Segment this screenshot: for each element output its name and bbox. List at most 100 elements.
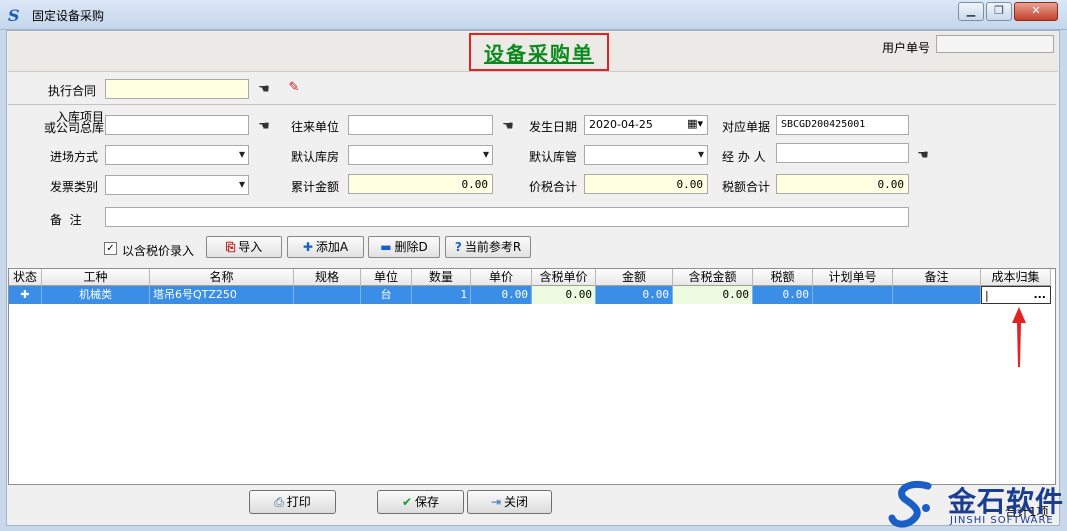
tax-incl-checkbox[interactable]: ✓ <box>104 242 117 255</box>
column-header[interactable]: 含税金额 <box>673 269 753 286</box>
plus-icon: ✚ <box>302 240 313 254</box>
column-header[interactable]: 金额 <box>596 269 673 286</box>
save-button[interactable]: ✔ 保存 <box>377 490 464 514</box>
add-row-button[interactable]: ✚ 添加A <box>287 236 364 258</box>
user-doc-no-field[interactable] <box>936 35 1054 53</box>
remark-field[interactable] <box>105 207 909 227</box>
annotation-arrow-icon <box>1012 307 1026 367</box>
add-label: 添加A <box>315 240 349 254</box>
warehouse-label: 入库项目 或公司总库 <box>44 110 105 135</box>
current-reference-button[interactable]: ? 当前参考R <box>445 236 531 258</box>
column-header[interactable]: 单位 <box>361 269 412 286</box>
user-doc-no-label: 用户单号 <box>882 41 931 55</box>
delete-row-button[interactable]: ▬ 删除D <box>368 236 440 258</box>
tax-incl-total-label: 价税合计 <box>529 180 578 194</box>
hand-pointer-icon[interactable]: ☚ <box>914 149 932 163</box>
handler-label: 经 办 人 <box>722 150 766 164</box>
close-button[interactable]: ⇥ 关闭 <box>467 490 552 514</box>
cell-tax-price[interactable]: 0.00 <box>532 286 596 304</box>
tax-total-label: 税额合计 <box>722 180 771 194</box>
cell-remark[interactable] <box>893 286 981 304</box>
contract-label: 执行合同 <box>48 84 97 98</box>
total-amount-label: 累计金额 <box>291 180 340 194</box>
ref-doc-label: 对应单据 <box>722 120 771 134</box>
close-window-button[interactable]: ✕ <box>1014 2 1058 21</box>
ref-doc-field[interactable]: SBCGD200425001 <box>776 115 909 135</box>
column-header[interactable]: 规格 <box>294 269 361 286</box>
column-header[interactable]: 工种 <box>42 269 150 286</box>
cell-tax[interactable]: 0.00 <box>753 286 813 304</box>
remark-label: 备 注 <box>50 213 82 227</box>
date-label: 发生日期 <box>529 120 578 134</box>
default-store-label: 默认库房 <box>291 150 340 164</box>
import-button[interactable]: ⎘ 导入 <box>206 236 282 258</box>
cell-amount[interactable]: 0.00 <box>596 286 673 304</box>
tax-total-field: 0.00 <box>776 174 909 194</box>
exit-door-icon: ⇥ <box>490 495 502 509</box>
column-header[interactable]: 计划单号 <box>813 269 893 286</box>
partner-field[interactable] <box>348 115 493 135</box>
ellipsis-button[interactable]: ... <box>1033 287 1046 303</box>
column-header[interactable]: 数量 <box>412 269 471 286</box>
divider <box>8 104 1056 105</box>
cell-trade[interactable]: 机械类 <box>42 286 150 304</box>
title-bar <box>0 0 1067 30</box>
partner-label: 往来单位 <box>291 120 340 134</box>
cell-qty[interactable]: 1 <box>412 286 471 304</box>
save-label: 保存 <box>415 495 440 509</box>
tax-incl-total-field: 0.00 <box>584 174 708 194</box>
hand-pointer-icon[interactable]: ☚ <box>499 120 517 134</box>
window-title: 固定设备采购 <box>32 9 105 23</box>
status-add-icon: ✚ <box>9 286 42 304</box>
import-icon: ⎘ <box>225 240 236 254</box>
checkmark-icon: ✔ <box>401 495 413 509</box>
text-cursor: | <box>985 289 989 302</box>
total-amount-field: 0.00 <box>348 174 493 194</box>
calendar-dropdown-icon[interactable]: ▦▾ <box>687 117 703 130</box>
cell-tax-amount[interactable]: 0.00 <box>673 286 753 304</box>
minimize-button[interactable]: ▁ <box>958 2 984 21</box>
column-header[interactable]: 名称 <box>150 269 294 286</box>
print-button[interactable]: ⎙ 打印 <box>249 490 336 514</box>
default-store-select[interactable] <box>348 145 493 165</box>
default-keeper-label: 默认库管 <box>529 150 578 164</box>
column-header[interactable]: 成本归集 <box>981 269 1051 286</box>
delete-label: 删除D <box>394 240 428 254</box>
entry-mode-select[interactable] <box>105 145 249 165</box>
brand-logo-icon <box>888 478 940 528</box>
cell-price[interactable]: 0.00 <box>471 286 532 304</box>
column-header[interactable]: 备注 <box>893 269 981 286</box>
warehouse-field[interactable] <box>105 115 249 135</box>
brand-name: 金石软件 <box>948 485 1065 518</box>
cell-plan-no[interactable] <box>813 286 893 304</box>
cell-spec[interactable] <box>294 286 361 304</box>
column-header[interactable]: 单价 <box>471 269 532 286</box>
hand-pointer-icon[interactable]: ☚ <box>255 120 273 134</box>
column-header[interactable]: 状态 <box>9 269 42 286</box>
cell-unit[interactable]: 台 <box>361 286 412 304</box>
restore-button[interactable]: ❐ <box>986 2 1012 21</box>
date-field[interactable]: 2020-04-25 ▦▾ <box>584 115 708 135</box>
contract-field[interactable] <box>105 79 249 99</box>
date-value: 2020-04-25 <box>589 118 653 131</box>
eraser-icon[interactable]: ✎ <box>285 81 303 95</box>
cell-name[interactable]: 塔吊6号QTZ250 <box>150 286 294 304</box>
cell-cost-collection[interactable]: | ... <box>981 286 1051 304</box>
tax-incl-checkbox-label: 以含税价录入 <box>122 244 195 258</box>
column-header[interactable]: 税额 <box>753 269 813 286</box>
default-keeper-select[interactable] <box>584 145 708 165</box>
print-label: 打印 <box>286 495 311 509</box>
close-label: 关闭 <box>504 495 529 509</box>
hand-pointer-icon[interactable]: ☚ <box>255 83 273 97</box>
import-label: 导入 <box>238 240 263 254</box>
printer-icon: ⎙ <box>274 495 284 509</box>
brand-subtitle: JINSHI SOFTWARE <box>950 515 1054 526</box>
column-header[interactable]: 含税单价 <box>532 269 596 286</box>
app-logo-icon: S <box>8 6 20 25</box>
minus-icon: ▬ <box>380 240 392 254</box>
help-pointer-icon: ? <box>454 240 462 254</box>
reference-label: 当前参考R <box>464 240 522 254</box>
handler-field[interactable] <box>776 143 909 163</box>
entry-mode-label: 进场方式 <box>50 150 99 164</box>
invoice-type-select[interactable] <box>105 175 249 195</box>
